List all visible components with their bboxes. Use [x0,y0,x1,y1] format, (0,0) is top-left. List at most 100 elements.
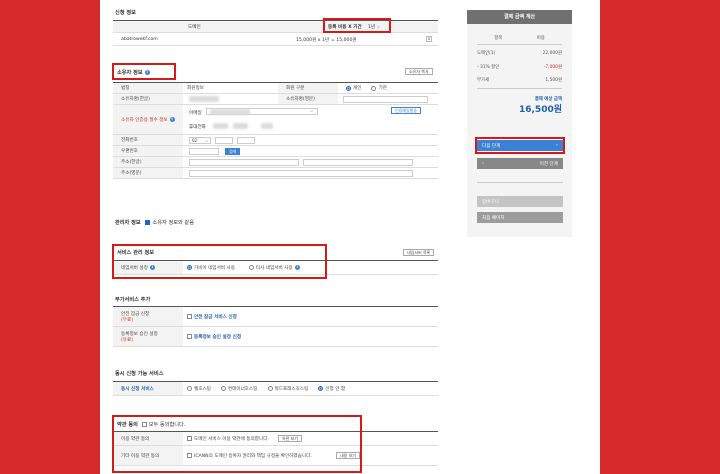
line3-value: 1,500원 [545,78,562,83]
radio-wordpress[interactable] [267,386,273,391]
chevron-down-icon: ⌵ [204,138,208,143]
owner-label-name: 법칭 [113,83,183,93]
total-value: 16,500원 [518,105,562,115]
price-value: 15,000원 x 1년 [296,38,330,43]
addon-title: 부가서비스 추가 [115,297,151,303]
concurrent-opt1-label: 웹호스팅 [194,386,211,392]
kor-name-blurred [189,96,219,102]
col-domain: 도메인 [188,25,201,30]
concurrent-row: 동시 신청 서비스 웹호스팅 컨테이너호스팅 워드프레스호스팅 신청 안 함 [113,382,438,396]
verify-button[interactable]: 인증메일발송 [391,107,422,114]
owner-row-addr-eng: 주소(영문) [113,168,438,179]
concurrent-opt2-label: 컨테이너호스팅 [227,386,258,392]
addr-kor-input-2[interactable] [303,159,413,166]
phone-blurred-2 [233,123,248,129]
phone-last-input[interactable] [237,137,255,144]
line1-value: 22,000원 [542,51,562,56]
payment-summary: 결제 금액 계산 항목 비용 도메인(1) 22,000원 - 31% 할인 -… [467,10,572,237]
highlight-terms [112,415,362,473]
radio-container[interactable] [220,386,226,391]
concurrent-opt4-label: 신청 안 함 [325,386,346,392]
owner-row-phone: 전화번호 02 ⌵ [113,135,438,146]
owner-label-member-type: 회원 구분 [278,83,338,93]
admin-same-checkbox[interactable]: 소유자 정보와 같음 [145,220,194,226]
summary-header: 항목 비용 [477,35,562,45]
eng-name-input[interactable] [343,96,428,103]
addon-lock-option[interactable]: 안전 잠금 서비스 신청 [187,307,237,326]
owner-row-addr-kor: 주소(한글) [113,157,438,168]
summary-title: 결제 금액 계산 [467,10,572,24]
addon-row-lock: 안전 잠금 신청 (무료) 안전 잠금 서비스 신청 [113,307,438,327]
page: 신청 정보 도메인 등록 비용 X 기간 1년 ⌵ abatrowekf.com… [100,0,600,474]
cart-button[interactable]: 장바구니 [477,196,563,207]
owner-name-value: 회원정보 [187,86,204,91]
phone-label: 휴대전화 [189,125,206,130]
radio-webhosting[interactable] [187,386,192,391]
phone-prefix-select[interactable]: 02 ⌵ [189,137,211,144]
summary-total: 결제 예상 금액 16,500원 [519,96,562,115]
concurrent-table: 동시 신청 서비스 웹호스팅 컨테이너호스팅 워드프레스호스팅 신청 안 함 [113,381,438,396]
email-blurred [210,109,250,115]
summary-line3: 부가세 1,500원 [477,77,562,89]
radio-individual[interactable] [346,85,351,91]
phone-mid-input[interactable] [215,137,233,144]
line1-label: 도메인(1) [477,51,496,56]
prev-step-button[interactable]: ‹ 이전 단계 [477,158,563,169]
email-label: 이메일 [189,111,202,116]
home-button[interactable]: 처음 페이지 [477,212,563,223]
owner-label-auth-text: 소유자 인증용 필수 정보 [121,117,168,123]
nameserver-list-button[interactable]: 네임서버 목록 [403,249,435,256]
addon-label-lock-sub: (무료) [121,317,134,323]
concurrent-opt3-label: 워드프레스호스팅 [274,386,309,392]
owner-table: 법칭 회원정보 회원 구분 개인 기관 소유자명(한글) 소유자명(영문) 소유… [113,82,438,179]
domain-value: abatrowekf.com [121,37,158,42]
addon-lock-label: 안전 잠금 서비스 신청 [194,314,237,320]
owner-copy-button[interactable]: 소유자 복사 [405,68,433,75]
zip-input[interactable] [189,148,219,155]
addr-kor-input-1[interactable] [189,159,299,166]
summary-line1: 도메인(1) 22,000원 [477,50,562,56]
addon-row-approve: 등록정보 승인 설정 (유료) 등록정보 승인 설정 신청 [113,327,438,347]
concurrent-label: 동시 신청 서비스 [113,382,183,395]
owner-label-addr-kor: 주소(한글) [113,157,183,167]
owner-label-eng-name: 소유자명(영문) [278,94,338,104]
checkbox-icon [187,334,192,339]
chevron-down-icon[interactable]: ⌵ [310,108,313,113]
radio-individual-label: 개인 [353,86,362,91]
owner-row-auth: 소유자 인증용 필수 정보 i 이메일 ⌵ 인증메일발송 휴대전화 [113,105,438,135]
radio-org[interactable] [371,85,377,91]
prev-step-label: 이전 단계 [539,161,558,167]
info-icon: i [169,117,175,122]
checkbox-icon [187,314,192,319]
addon-table: 안전 잠금 신청 (무료) 안전 잠금 서비스 신청 등록정보 승인 설정 (유… [113,306,438,347]
concurrent-title: 동시 신청 가능 서비스 [115,371,164,377]
addon-label-lock: 안전 잠금 신청 (무료) [113,307,183,326]
owner-label-addr-eng: 주소(영문) [113,168,183,178]
apply-info-row: abatrowekf.com 15,000원 x 1년 = 15,000원 × [113,33,438,46]
phone-prefix-value: 02 [192,138,198,143]
addr-eng-input[interactable] [189,170,413,177]
summary-col-cost: 비용 [536,36,545,41]
checkbox-icon [145,220,151,225]
highlight-next [475,137,565,154]
member-type-radios: 개인 기관 [346,83,387,93]
owner-label-zip: 우편번호 [113,146,183,156]
owner-row-name: 법칭 회원정보 회원 구분 개인 기관 [113,83,438,94]
apply-info-title: 신청 정보 [115,10,136,16]
line2-value: -7,000원 [543,65,562,70]
owner-label-auth: 소유자 인증용 필수 정보 i [113,105,183,134]
summary-line2: - 31% 할인 -7,000원 [477,64,562,70]
addon-label-approve: 등록정보 승인 설정 (유료) [113,327,183,346]
phone-blurred-3 [261,123,273,129]
admin-title-text: 관리자 정보 [115,220,141,226]
radio-org-label: 기관 [378,86,387,91]
summary-divider [477,182,563,183]
remove-icon[interactable]: × [426,36,432,42]
zip-search-button[interactable]: 검색 [225,148,241,155]
owner-label-phone: 전화번호 [113,135,183,145]
chevron-left-icon: ‹ [482,161,484,166]
concurrent-options: 웹호스팅 컨테이너호스팅 워드프레스호스팅 신청 안 함 [187,382,345,395]
radio-none[interactable] [318,386,324,391]
owner-row-kor-name: 소유자명(한글) 소유자명(영문) [113,94,438,105]
addon-approve-option[interactable]: 등록정보 승인 설정 신청 [187,327,241,346]
